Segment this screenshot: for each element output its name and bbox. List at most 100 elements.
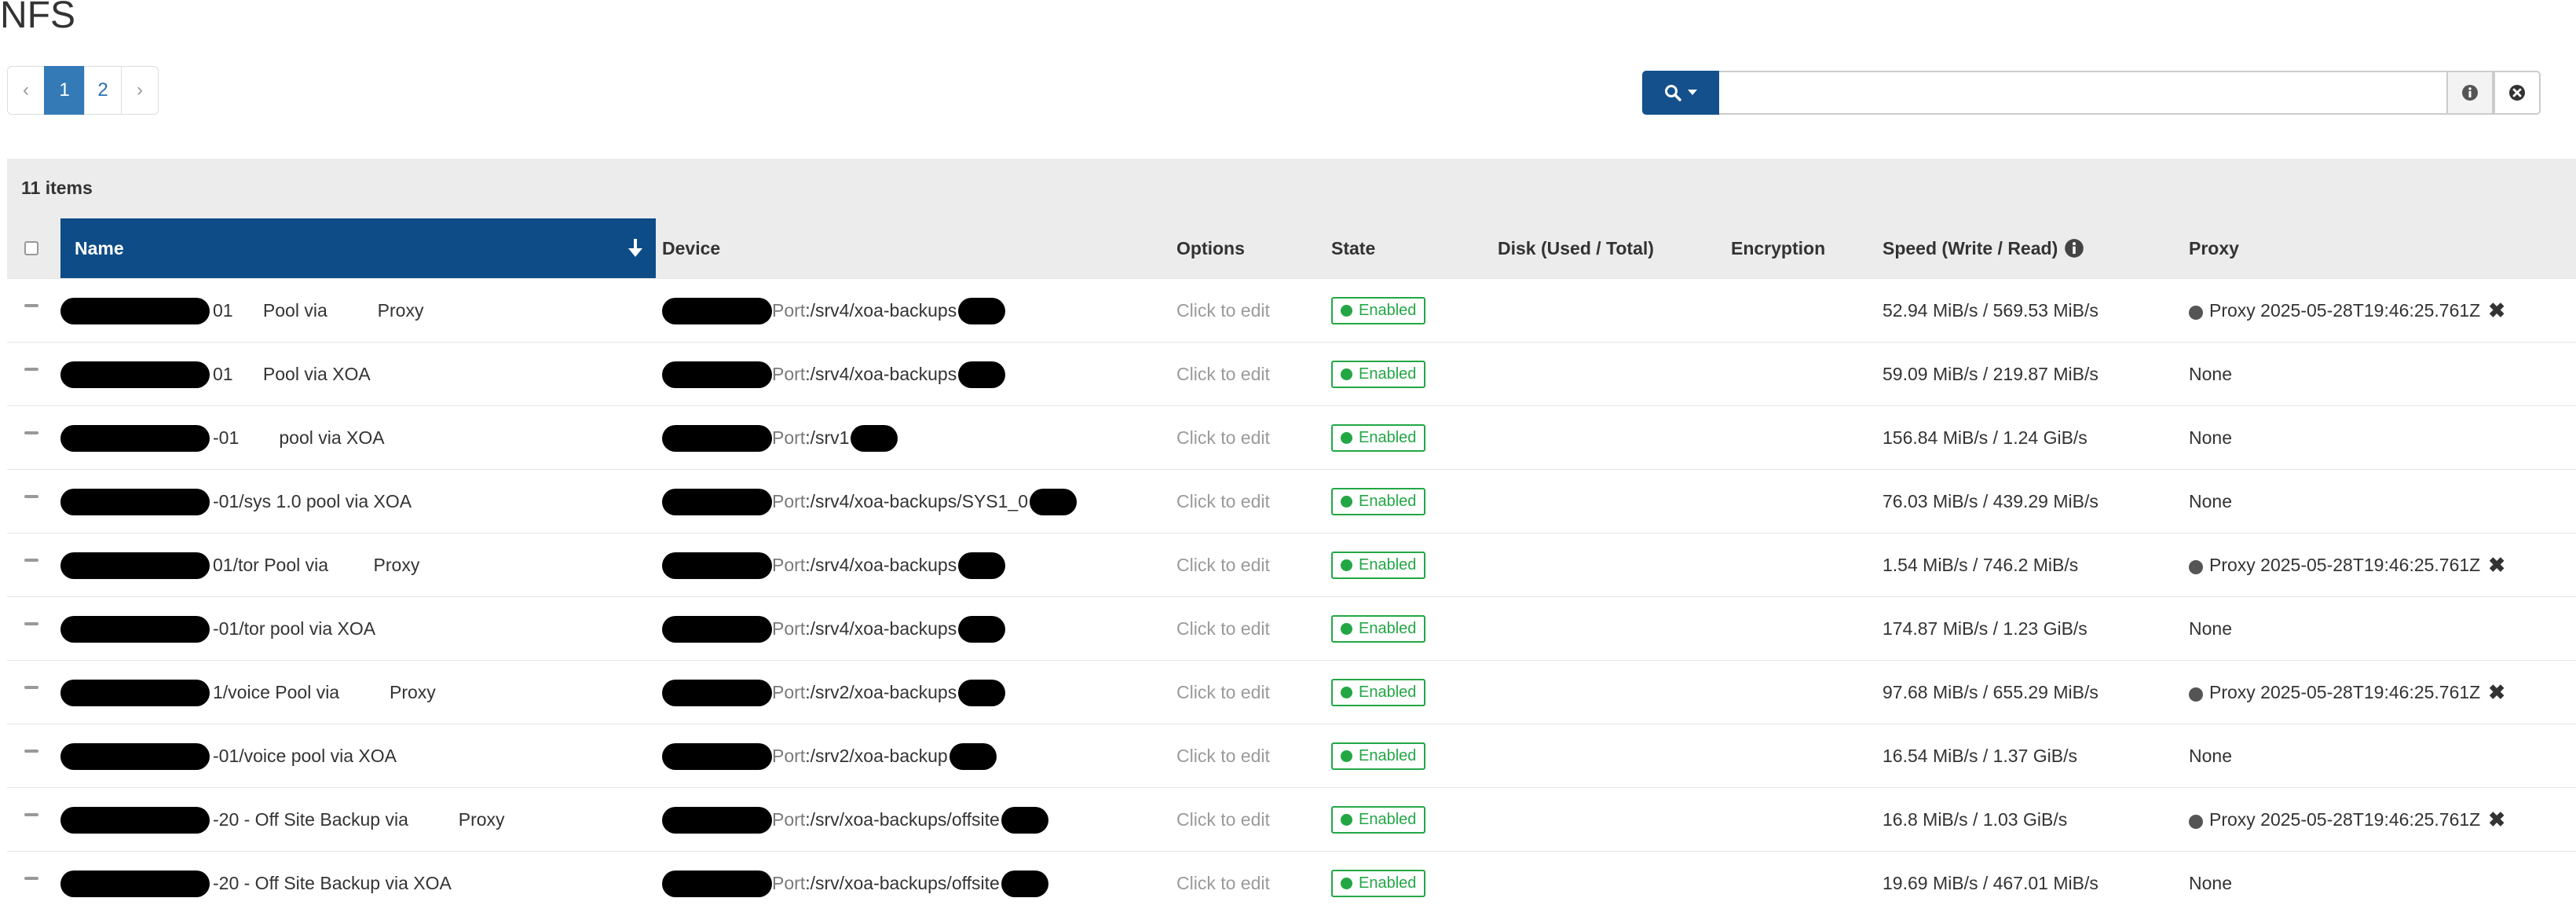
state-toggle[interactable]: Enabled (1331, 361, 1426, 388)
globe-icon (2189, 814, 2203, 829)
options-edit-link[interactable]: Click to edit (1176, 406, 1270, 470)
options-edit-link[interactable]: Click to edit (1176, 724, 1270, 788)
remote-name-text: -01/sys 1.0 pool via XOA (213, 491, 412, 511)
redaction-mark (60, 742, 210, 770)
options-edit-link[interactable]: Click to edit (1176, 279, 1270, 343)
state-cell: Enabled (1331, 343, 1426, 406)
options-edit-link[interactable]: Click to edit (1176, 788, 1270, 852)
state-toggle[interactable]: Enabled (1331, 297, 1426, 324)
row-checkbox[interactable] (24, 813, 38, 816)
column-header-state[interactable]: State (1331, 218, 1375, 278)
remove-proxy-icon[interactable]: ✖ (2488, 299, 2505, 323)
proxy-label[interactable]: Proxy 2025-05-28T19:46:25.761Z (2209, 809, 2480, 830)
remove-proxy-icon[interactable]: ✖ (2488, 553, 2505, 577)
column-header-device[interactable]: Device (662, 218, 720, 278)
column-header-speed[interactable]: Speed (Write / Read) (1883, 218, 2084, 278)
status-dot-icon (1341, 623, 1352, 635)
options-edit-link[interactable]: Click to edit (1176, 661, 1270, 724)
status-dot-icon (1341, 559, 1352, 571)
column-header-name-label: Name (75, 237, 124, 258)
row-checkbox[interactable] (24, 877, 38, 880)
table-row: 01 Pool via XOA Port :/srv4/xoa-backups … (7, 342, 2576, 405)
row-checkbox[interactable] (24, 622, 38, 625)
state-label: Enabled (1359, 747, 1417, 764)
status-dot-icon (1341, 687, 1352, 698)
options-edit-link[interactable]: Click to edit (1176, 597, 1270, 661)
device-path: :/srv/xoa-backups/offsite (805, 809, 1000, 830)
state-cell: Enabled (1331, 788, 1426, 852)
search-clear-button[interactable] (2494, 71, 2541, 115)
proxy-label[interactable]: Proxy 2025-05-28T19:46:25.761Z (2209, 682, 2480, 703)
remove-proxy-icon[interactable]: ✖ (2488, 808, 2505, 832)
remote-device: Port :/srv4/xoa-backups/SYS1_0 (662, 470, 1078, 533)
globe-icon (2189, 687, 2203, 702)
device-path: :/srv/xoa-backups/offsite (805, 873, 1000, 893)
pagination-next[interactable]: › (121, 66, 159, 115)
remote-device: Port :/srv4/xoa-backups (662, 597, 1006, 661)
column-header-disk[interactable]: Disk (Used / Total) (1498, 218, 1654, 278)
info-icon[interactable] (2064, 238, 2084, 258)
remote-name: -01/sys 1.0 pool via XOA (60, 470, 412, 533)
proxy-label[interactable]: Proxy 2025-05-28T19:46:25.761Z (2209, 300, 2480, 321)
remotes-table-panel: 11 items Name Device Options State Disk … (7, 159, 2576, 920)
state-toggle[interactable]: Enabled (1331, 615, 1426, 643)
redaction-mark (958, 361, 1006, 388)
redaction-mark (662, 679, 772, 706)
state-label: Enabled (1359, 302, 1417, 319)
column-header-encryption[interactable]: Encryption (1731, 218, 1825, 278)
state-toggle[interactable]: Enabled (1331, 679, 1426, 706)
proxy-label[interactable]: Proxy 2025-05-28T19:46:25.761Z (2209, 555, 2480, 576)
state-toggle[interactable]: Enabled (1331, 742, 1426, 770)
remote-name: 01 Pool via XOA (60, 343, 371, 406)
row-checkbox[interactable] (24, 431, 38, 434)
state-toggle[interactable]: Enabled (1331, 424, 1426, 452)
redaction-mark (60, 679, 210, 706)
speed-value: 59.09 MiB/s / 219.87 MiB/s (1883, 364, 2098, 384)
pagination-page-2[interactable]: 2 (84, 66, 122, 115)
state-toggle[interactable]: Enabled (1331, 806, 1426, 834)
device-port: Port (772, 873, 806, 893)
speed-value: 19.69 MiB/s / 467.01 MiB/s (1883, 873, 2098, 893)
remote-name-text: 1/voice Pool via Proxy (213, 682, 436, 702)
redaction-mark (662, 615, 772, 643)
search-input[interactable] (1719, 71, 2446, 115)
proxy-label: None (2189, 746, 2232, 766)
table-row: 1/voice Pool via Proxy Port :/srv2/xoa-b… (7, 660, 2576, 724)
device-path: :/srv4/xoa-backups (805, 364, 957, 384)
options-edit-link[interactable]: Click to edit (1176, 533, 1270, 597)
options-edit-link[interactable]: Click to edit (1176, 343, 1270, 406)
state-toggle[interactable]: Enabled (1331, 870, 1426, 897)
row-checkbox[interactable] (24, 495, 38, 498)
proxy-label: None (2189, 364, 2232, 384)
proxy-cell: Proxy 2025-05-28T19:46:25.761Z ✖ (2189, 661, 2505, 724)
device-port: Port (772, 618, 806, 639)
pagination-prev[interactable]: ‹ (7, 66, 45, 115)
options-edit-link[interactable]: Click to edit (1176, 470, 1270, 533)
row-checkbox[interactable] (24, 750, 38, 753)
state-label: Enabled (1359, 684, 1417, 701)
proxy-label: None (2189, 427, 2232, 448)
options-edit-link[interactable]: Click to edit (1176, 852, 1270, 915)
speed-value: 16.8 MiB/s / 1.03 GiB/s (1883, 809, 2068, 830)
remote-name: -20 - Off Site Backup via XOA (60, 852, 452, 915)
select-all-checkbox[interactable] (24, 241, 38, 255)
device-path: :/srv1 (805, 427, 850, 448)
row-checkbox[interactable] (24, 559, 38, 562)
remove-proxy-icon[interactable]: ✖ (2488, 680, 2505, 705)
search-filter-button[interactable] (1642, 71, 1719, 115)
remote-name-text: -20 - Off Site Backup via Proxy (213, 809, 505, 830)
redaction-mark (958, 297, 1006, 324)
row-checkbox[interactable] (24, 368, 38, 371)
column-header-speed-label: Speed (Write / Read) (1883, 237, 2058, 258)
column-header-proxy[interactable]: Proxy (2189, 218, 2239, 278)
row-checkbox[interactable] (24, 686, 38, 689)
remote-device: Port :/srv2/xoa-backup (662, 724, 997, 788)
pagination-page-1[interactable]: 1 (44, 66, 85, 115)
column-header-name[interactable]: Name (60, 218, 656, 278)
state-toggle[interactable]: Enabled (1331, 552, 1426, 579)
column-header-options[interactable]: Options (1176, 218, 1245, 278)
state-toggle[interactable]: Enabled (1331, 488, 1426, 515)
row-checkbox[interactable] (24, 304, 38, 307)
search-help-button[interactable] (2446, 71, 2494, 115)
state-cell: Enabled (1331, 533, 1426, 597)
